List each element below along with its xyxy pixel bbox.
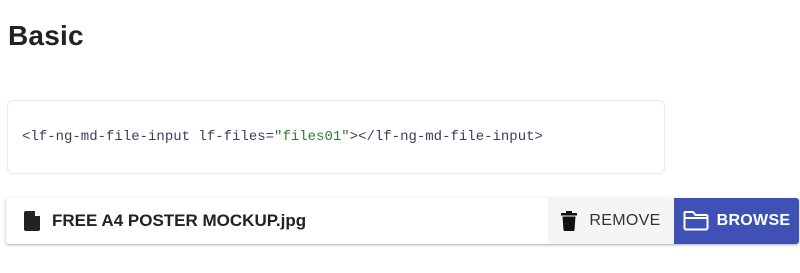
folder-icon [683,211,709,231]
section-title: Basic [8,20,84,51]
file-name: FREE A4 POSTER MOCKUP.jpg [52,211,307,230]
file-icon [24,211,42,231]
file-preview: FREE A4 POSTER MOCKUP.jpg [6,198,548,244]
file-input: FREE A4 POSTER MOCKUP.jpg REMOVE BROWSE [6,198,799,244]
browse-label: BROWSE [716,212,791,229]
remove-button[interactable]: REMOVE [548,198,674,244]
page: Basic <lf-ng-md-file-input lf-files= "fil… [0,0,800,273]
code-attr-value: "files01" [274,129,350,145]
trash-icon [561,211,578,231]
remove-label: REMOVE [589,212,661,229]
browse-button[interactable]: BROWSE [674,198,799,244]
code-tag-close: ></lf-ng-md-file-input> [349,129,543,145]
code-snippet: <lf-ng-md-file-input lf-files= "files01" … [7,100,665,174]
code-tag-open: <lf-ng-md-file-input lf-files= [22,129,275,145]
